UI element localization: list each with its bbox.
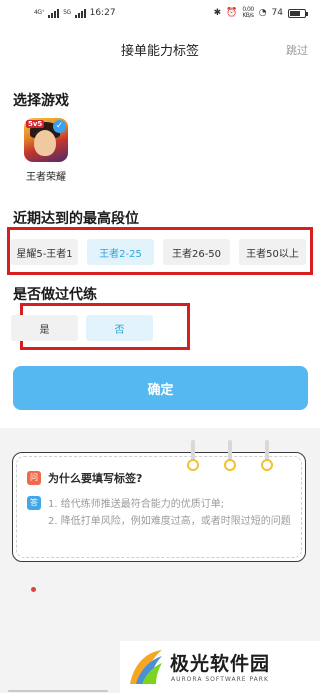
info-answer: 答 1. 给代练师推送最符合能力的优质订单; 2. 降低打单风险，例如难度过高，… <box>27 496 306 530</box>
alarm-icon: ⏰ <box>226 8 238 18</box>
boost-option-no[interactable]: 否 <box>86 315 153 341</box>
answer-text: 1. 给代练师推送最符合能力的优质订单; 2. 降低打单风险，例如难度过高，或者… <box>48 496 306 530</box>
boost-option-yes[interactable]: 是 <box>11 315 78 341</box>
signal-icon <box>48 8 60 18</box>
info-question: 问 为什么要填写标签? <box>27 470 142 486</box>
game-icon-tag: 5v5 <box>26 120 45 128</box>
ring-icon <box>224 440 236 474</box>
wifi-icon: ◔ <box>258 8 267 18</box>
status-time: 16:27 <box>89 8 116 18</box>
game-section-title: 选择游戏 <box>13 93 69 109</box>
network-type-2: 5G <box>63 9 71 16</box>
network-type-1: 4G⁺ <box>34 9 45 16</box>
watermark-sub: AURORA SOFTWARE PARK <box>171 676 269 683</box>
answer-line-2: 2. 降低打单风险，例如难度过高，或者时限过短的问题 <box>48 516 291 527</box>
boost-options: 是 否 <box>11 315 311 341</box>
header: 接单能力标签 跳过 <box>0 34 320 64</box>
question-text: 为什么要填写标签? <box>48 472 143 485</box>
battery-percent: 74 <box>271 8 283 18</box>
game-icon: 5v5 ✓ <box>24 118 68 162</box>
question-badge-icon: 问 <box>27 471 41 485</box>
answer-badge-icon: 答 <box>27 496 41 510</box>
rank-options: 星耀5-王者1 王者2-25 王者26-50 王者50以上 <box>11 239 311 265</box>
bluetooth-icon: ✱ <box>213 8 222 18</box>
answer-line-1: 1. 给代练师推送最符合能力的优质订单; <box>48 499 225 510</box>
confirm-button[interactable]: 确定 <box>13 366 308 410</box>
battery-icon <box>288 8 308 18</box>
rank-section-title: 近期达到的最高段位 <box>13 211 139 227</box>
game-name: 王者荣耀 <box>26 172 66 183</box>
watermark-name: 极光软件园 <box>170 653 271 675</box>
page-indicator-dot <box>31 587 36 592</box>
aurora-logo-icon <box>130 650 162 684</box>
rank-option-3[interactable]: 王者26-50 <box>163 239 230 265</box>
home-indicator[interactable] <box>8 690 108 692</box>
rank-option-4[interactable]: 王者50以上 <box>239 239 306 265</box>
rank-option-2[interactable]: 王者2-25 <box>87 239 154 265</box>
status-bar: 4G⁺ 5G 16:27 ✱ ⏰ 0.00 KB/s ◔ 74 <box>0 0 320 26</box>
game-card-wangzhe[interactable]: 5v5 ✓ 王者荣耀 <box>14 118 78 183</box>
ring-icon <box>187 440 199 474</box>
net-speed: 0.00 KB/s <box>242 6 254 19</box>
page-title: 接单能力标签 <box>120 44 199 59</box>
skip-button[interactable]: 跳过 <box>286 42 308 58</box>
signal-icon-2 <box>74 8 86 18</box>
rank-option-1[interactable]: 星耀5-王者1 <box>11 239 78 265</box>
watermark: 极光软件园 AURORA SOFTWARE PARK <box>120 641 320 693</box>
selected-check-icon: ✓ <box>53 120 66 133</box>
ring-icon <box>261 440 273 474</box>
boost-section-title: 是否做过代练 <box>13 287 97 303</box>
